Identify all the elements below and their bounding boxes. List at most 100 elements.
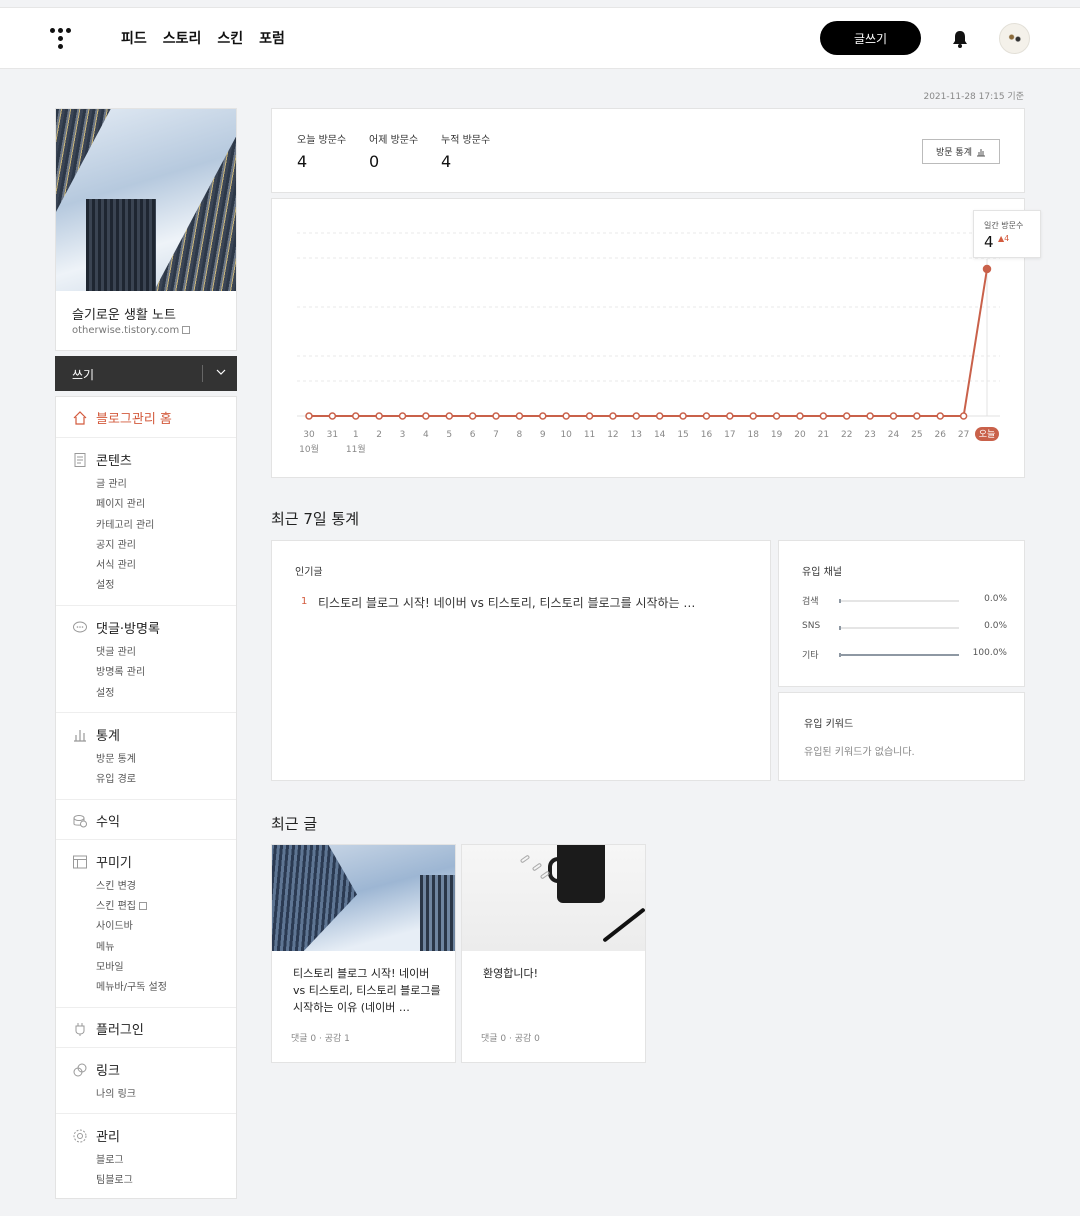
data-point[interactable] — [819, 412, 828, 420]
menu-plugin-section: 플러그인 — [56, 1007, 236, 1047]
menu-design[interactable]: 꾸미기 — [72, 852, 132, 871]
data-point[interactable] — [609, 412, 617, 420]
chevron-down-icon[interactable] — [216, 367, 226, 377]
popular-post-link[interactable]: 티스토리 블로그 시작! 네이버 vs 티스토리, 티스토리 블로그를 시작하는… — [318, 594, 695, 611]
data-point[interactable] — [866, 412, 874, 420]
data-point[interactable] — [726, 412, 734, 420]
data-point[interactable] — [375, 412, 383, 420]
data-point[interactable] — [328, 412, 337, 420]
menu-post-manage[interactable]: 글 관리 — [96, 475, 127, 490]
data-point[interactable] — [679, 412, 687, 420]
nav-forum[interactable]: 포럼 — [259, 28, 285, 48]
layout-icon — [73, 855, 87, 868]
data-point[interactable] — [702, 412, 711, 420]
menu-skin-change[interactable]: 스킨 변경 — [96, 877, 136, 892]
bar-chart-icon — [976, 148, 985, 156]
write-bar-label[interactable]: 쓰기 — [72, 366, 94, 383]
menu-referrer[interactable]: 유입 경로 — [96, 770, 136, 785]
menu-menu[interactable]: 메뉴 — [96, 938, 114, 953]
menu-menubar-subscribe[interactable]: 메뉴바/구독 설정 — [96, 978, 167, 993]
data-point[interactable] — [982, 264, 992, 274]
data-point[interactable] — [772, 412, 781, 420]
data-point[interactable] — [445, 412, 454, 420]
menu-plugin[interactable]: 플러그인 — [72, 1019, 144, 1038]
menu-contents-settings[interactable]: 설정 — [96, 576, 114, 591]
data-point[interactable] — [749, 412, 757, 420]
x-tick-label: 6 — [470, 430, 476, 440]
write-post-button[interactable]: 글쓰기 — [820, 21, 921, 55]
data-point[interactable] — [422, 412, 430, 420]
popular-rank: 1 — [301, 596, 308, 607]
data-point[interactable] — [398, 412, 407, 420]
menu-category-manage[interactable]: 카테고리 관리 — [96, 516, 154, 531]
menu-blog[interactable]: 블로그 — [96, 1151, 124, 1166]
x-tick-label: 24 — [888, 430, 900, 440]
total-visits-value: 4 — [441, 152, 452, 171]
data-point[interactable] — [959, 412, 968, 420]
menu-comments[interactable]: 댓글·방명록 — [72, 618, 160, 637]
avatar[interactable] — [999, 23, 1030, 54]
menu-page-manage[interactable]: 페이지 관리 — [96, 495, 145, 510]
menu-my-links[interactable]: 나의 링크 — [96, 1085, 136, 1100]
data-point[interactable] — [468, 412, 477, 420]
menu-mobile[interactable]: 모바일 — [96, 958, 124, 973]
menu-skin-edit[interactable]: 스킨 편집 — [96, 897, 147, 912]
menu-revenue[interactable]: 수익 — [72, 811, 120, 830]
nav-skin[interactable]: 스킨 — [217, 28, 243, 48]
post-title[interactable]: 티스토리 블로그 시작! 네이버 vs 티스토리, 티스토리 블로그를 시작하는… — [293, 965, 441, 1016]
menu-guestbook-manage[interactable]: 방명록 관리 — [96, 663, 145, 678]
bell-icon[interactable] — [951, 29, 969, 49]
blog-cover-image[interactable] — [56, 109, 236, 291]
data-point[interactable] — [515, 412, 524, 420]
data-point[interactable] — [632, 412, 641, 420]
menu-design-section: 꾸미기 스킨 변경 스킨 편집 사이드바 메뉴 모바일 메뉴바/구독 설정 — [56, 839, 236, 1007]
yesterday-visits: 어제 방문수 0 — [369, 131, 418, 171]
blog-url-link[interactable]: otherwise.tistory.com — [72, 325, 191, 336]
data-point[interactable] — [352, 412, 360, 420]
menu-notice-manage[interactable]: 공지 관리 — [96, 536, 136, 551]
data-point[interactable] — [655, 412, 664, 420]
menu-home[interactable]: 블로그관리 홈 — [72, 408, 172, 427]
menu-link[interactable]: 링크 — [72, 1060, 120, 1079]
data-point[interactable] — [796, 412, 804, 420]
x-tick-label: 1 — [353, 430, 359, 440]
blog-title[interactable]: 슬기로운 생활 노트 — [72, 304, 176, 323]
data-point[interactable] — [889, 412, 898, 420]
data-point[interactable] — [562, 412, 570, 420]
data-point[interactable] — [842, 412, 851, 420]
menu-comments-settings[interactable]: 설정 — [96, 684, 114, 699]
menu-stats[interactable]: 통계 — [72, 725, 120, 744]
menu-template-manage[interactable]: 서식 관리 — [96, 556, 136, 571]
recent-post-card[interactable]: 티스토리 블로그 시작! 네이버 vs 티스토리, 티스토리 블로그를 시작하는… — [271, 844, 456, 1063]
post-thumbnail[interactable] — [462, 845, 645, 951]
post-thumbnail[interactable] — [272, 845, 455, 951]
tooltip-delta-value: 4 — [1004, 234, 1010, 243]
data-point[interactable] — [305, 412, 313, 420]
popular-posts-panel: 인기글 1 티스토리 블로그 시작! 네이버 vs 티스토리, 티스토리 블로그… — [271, 540, 771, 781]
menu-visit-stats[interactable]: 방문 통계 — [96, 750, 136, 765]
write-bar[interactable]: 쓰기 — [55, 356, 237, 391]
recent-post-card[interactable]: 환영합니다! 댓글 0 · 공감 0 — [461, 844, 646, 1063]
visit-stats-button[interactable]: 방문 통계 — [922, 139, 1000, 164]
x-tick-label: 16 — [701, 430, 713, 440]
menu-team-blog[interactable]: 팀블로그 — [96, 1171, 133, 1186]
data-point[interactable] — [913, 412, 921, 420]
data-point[interactable] — [492, 412, 500, 420]
x-tick-label: 2 — [376, 430, 382, 440]
menu-contents[interactable]: 콘텐츠 — [72, 450, 132, 469]
data-point[interactable] — [936, 412, 944, 420]
menu-sidebar[interactable]: 사이드바 — [96, 917, 133, 932]
data-point[interactable] — [585, 412, 594, 420]
nav-feed[interactable]: 피드 — [121, 28, 147, 48]
menu-comment-manage[interactable]: 댓글 관리 — [96, 643, 136, 658]
post-title[interactable]: 환영합니다! — [483, 965, 631, 982]
tistory-logo[interactable] — [50, 26, 74, 52]
data-point[interactable] — [539, 412, 547, 420]
x-tick-label: 20 — [794, 430, 806, 440]
menu-manage[interactable]: 관리 — [72, 1126, 120, 1145]
x-tick-label: 23 — [864, 430, 875, 440]
tooltip-value: 4 — [984, 233, 994, 251]
nav-story[interactable]: 스토리 — [163, 28, 202, 48]
write-bar-divider — [202, 365, 203, 382]
channel-name: 검색 — [802, 597, 819, 607]
